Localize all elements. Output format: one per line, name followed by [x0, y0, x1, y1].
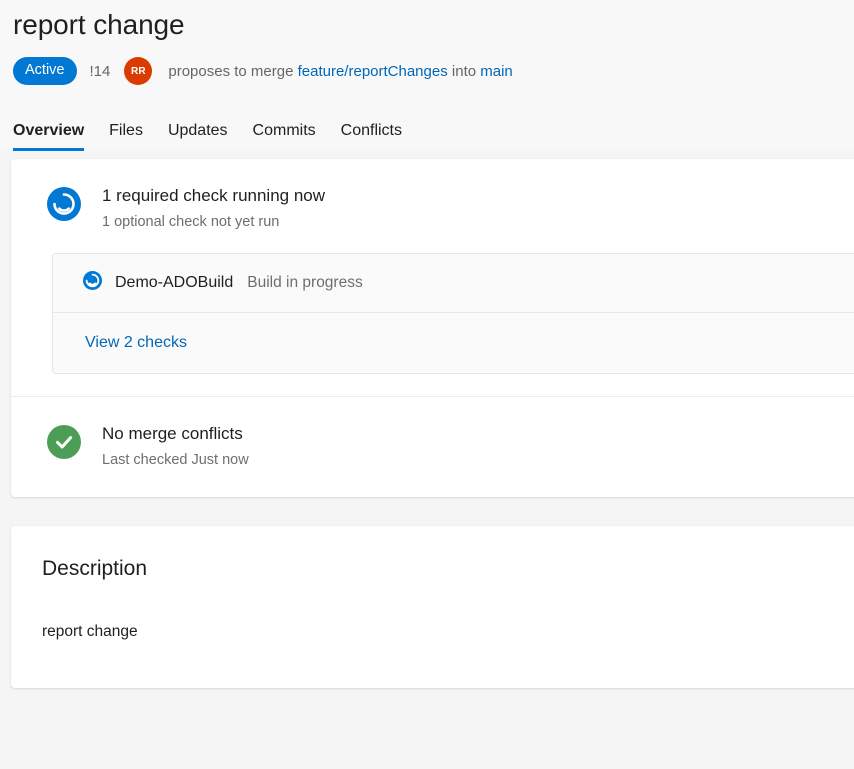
- merge-prefix-text: proposes to merge: [168, 63, 293, 80]
- tab-files[interactable]: Files: [109, 122, 143, 151]
- description-heading: Description: [11, 556, 854, 582]
- check-state: Build in progress: [247, 274, 362, 292]
- tab-conflicts[interactable]: Conflicts: [341, 122, 402, 151]
- merge-conflicts-text: No merge conflicts Last checked Just now: [102, 423, 249, 469]
- view-checks-link[interactable]: View 2 checks: [85, 334, 187, 352]
- tab-updates[interactable]: Updates: [168, 122, 228, 151]
- merge-conflicts-section: No merge conflicts Last checked Just now: [11, 397, 854, 497]
- description-body: report change: [11, 622, 854, 642]
- check-name: Demo-ADOBuild: [115, 274, 233, 292]
- running-spinner-icon: [47, 187, 81, 226]
- checks-panel: Demo-ADOBuild Build in progress View 2 c…: [52, 253, 854, 374]
- merge-conflicts-title: No merge conflicts: [102, 423, 249, 445]
- tab-commits[interactable]: Commits: [253, 122, 316, 151]
- pr-overview-content: 1 required check running now 1 optional …: [0, 151, 854, 688]
- checks-summary-text: 1 required check running now 1 optional …: [102, 185, 325, 231]
- status-card: 1 required check running now 1 optional …: [11, 159, 854, 497]
- pull-request-id: !14: [90, 63, 111, 80]
- status-badge: Active: [13, 57, 77, 85]
- merge-conflicts-row: No merge conflicts Last checked Just now: [11, 423, 854, 469]
- source-branch-link[interactable]: feature/reportChanges: [298, 63, 448, 80]
- pr-tabs: Overview Files Updates Commits Conflicts: [13, 107, 854, 151]
- running-spinner-icon: [83, 271, 102, 295]
- pr-meta-row: Active !14 RR proposes to merge feature/…: [13, 57, 854, 85]
- success-check-icon: [47, 425, 81, 464]
- checks-subtitle: 1 optional check not yet run: [102, 213, 325, 231]
- check-item-row[interactable]: Demo-ADOBuild Build in progress: [53, 254, 854, 313]
- target-branch-link[interactable]: main: [480, 63, 513, 80]
- checks-section: 1 required check running now 1 optional …: [11, 159, 854, 396]
- page-title: report change: [13, 0, 854, 42]
- merge-description: proposes to merge feature/reportChanges …: [168, 63, 512, 80]
- checks-panel-footer: View 2 checks: [53, 313, 854, 373]
- checks-title: 1 required check running now: [102, 185, 325, 207]
- pr-header: report change Active !14 RR proposes to …: [0, 0, 854, 151]
- checks-summary-row: 1 required check running now 1 optional …: [11, 185, 854, 231]
- tab-overview[interactable]: Overview: [13, 122, 84, 151]
- merge-conflicts-subtitle: Last checked Just now: [102, 451, 249, 469]
- description-card: Description report change: [11, 526, 854, 688]
- merge-middle-text: into: [452, 63, 476, 80]
- avatar[interactable]: RR: [124, 57, 152, 85]
